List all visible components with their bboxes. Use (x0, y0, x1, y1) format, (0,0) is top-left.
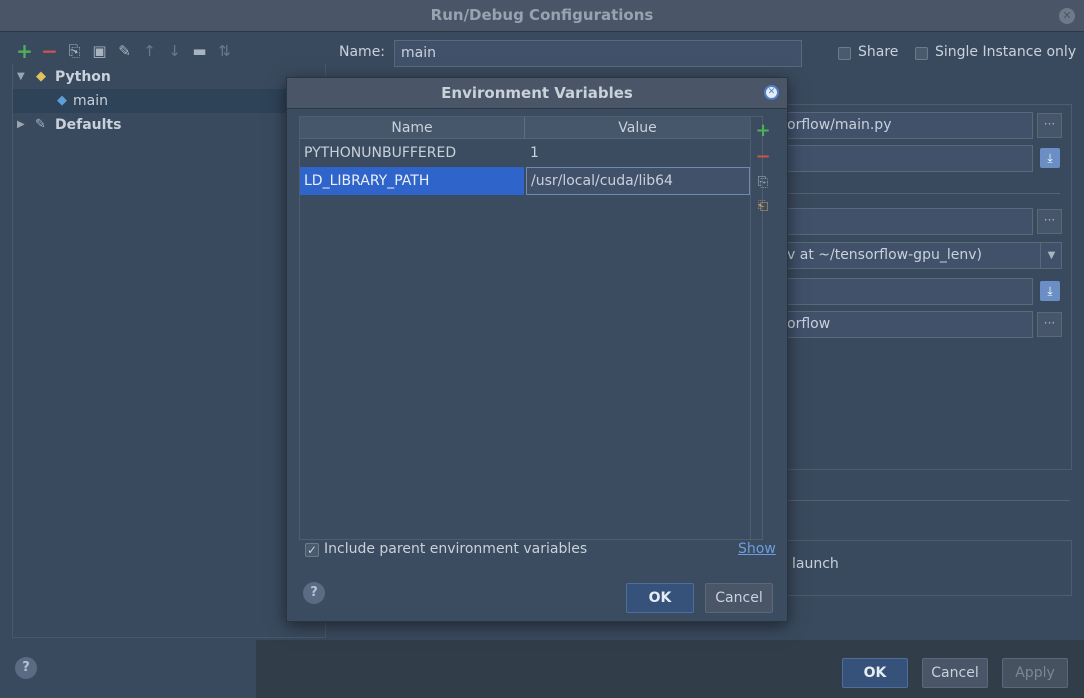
apply-button[interactable]: Apply (1002, 658, 1068, 688)
divider (780, 193, 1060, 194)
sort-icon[interactable]: ⇅ (212, 40, 237, 62)
table-header: Name Value (300, 117, 750, 139)
expand-parameters-icon[interactable]: ⤓ (1040, 148, 1060, 168)
arrow-up-icon[interactable]: ↑ (137, 40, 162, 62)
env-value-cell[interactable]: 1 (526, 139, 750, 167)
tree-item-python[interactable]: ▼ ◆ Python (13, 65, 327, 89)
cancel-button[interactable]: Cancel (922, 658, 988, 688)
env-vars-table: Name Value PYTHONUNBUFFERED 1 LD_LIBRARY… (299, 116, 771, 541)
expand-arrow-icon[interactable]: ▼ (17, 65, 25, 89)
include-parent-label: Include parent environment variables (324, 541, 588, 557)
tree-item-main[interactable]: ◆ main (13, 89, 327, 113)
browse-script-button[interactable]: ··· (1037, 113, 1062, 138)
ok-button[interactable]: OK (842, 658, 908, 688)
env-name-cell[interactable]: PYTHONUNBUFFERED (300, 139, 524, 167)
table-side-divider (750, 117, 751, 541)
column-header-name[interactable]: Name (300, 117, 524, 139)
remove-icon[interactable]: − (37, 39, 62, 63)
python-file-icon: ◆ (57, 93, 67, 108)
arrow-down-icon[interactable]: ↓ (162, 40, 187, 62)
expand-options-icon[interactable]: ⤓ (1040, 281, 1060, 301)
working-dir-field[interactable]: orflow (780, 311, 1033, 338)
env-value-editor[interactable]: /usr/local/cuda/lib64 (526, 167, 750, 195)
interpreter-select[interactable]: v at ~/tensorflow-gpu_lenv) (780, 242, 1062, 269)
include-parent-checkbox[interactable]: ✓ (305, 543, 319, 557)
copy-icon[interactable]: ⎘ (62, 40, 87, 62)
collapse-arrow-icon[interactable]: ▶ (17, 113, 25, 137)
dialog-ok-button[interactable]: OK (626, 583, 694, 613)
parameters-field[interactable] (780, 145, 1033, 172)
show-link[interactable]: Show (738, 541, 776, 557)
folder-icon[interactable]: ▬ (187, 40, 212, 62)
before-launch-text: launch (792, 556, 839, 572)
tree-label-main: main (73, 93, 108, 109)
remove-icon[interactable]: − (755, 148, 771, 166)
table-row[interactable]: LD_LIBRARY_PATH /usr/local/cuda/lib64 (300, 167, 750, 195)
config-toolbar: + − ⎘ ▣ ✎ ↑ ↓ ▬ ⇅ (12, 39, 242, 63)
divider (780, 500, 1070, 501)
single-instance-checkbox[interactable] (915, 47, 928, 60)
single-instance-label: Single Instance only (935, 44, 1077, 60)
dialog-close-icon[interactable]: ✕ (764, 85, 779, 100)
column-header-value[interactable]: Value (525, 117, 750, 139)
help-icon[interactable]: ? (15, 657, 37, 679)
browse-env-button[interactable]: ··· (1037, 209, 1062, 234)
name-label: Name: (339, 44, 386, 60)
copy-icon[interactable]: ⎘ (755, 175, 771, 191)
environment-field[interactable] (780, 208, 1033, 235)
window-title: Run/Debug Configurations (430, 6, 654, 24)
browse-dir-button[interactable]: ··· (1037, 312, 1062, 337)
wrench-icon: ✎ (35, 117, 46, 132)
dialog-help-icon[interactable]: ? (303, 582, 325, 604)
window-close-icon[interactable]: ✕ (1059, 8, 1075, 24)
script-path-field[interactable]: orflow/main.py (780, 112, 1033, 139)
dialog-cancel-button[interactable]: Cancel (705, 583, 773, 613)
dialog-title: Environment Variables (441, 84, 633, 102)
env-vars-dialog: Environment Variables ✕ Name Value PYTHO… (286, 77, 788, 622)
env-name-cell[interactable]: LD_LIBRARY_PATH (300, 167, 524, 195)
add-icon[interactable]: + (12, 39, 37, 63)
tree-label-python: Python (55, 69, 111, 85)
tree-item-defaults[interactable]: ▶ ✎ Defaults (13, 113, 327, 137)
tree-label-defaults: Defaults (55, 117, 122, 133)
wrench-icon[interactable]: ✎ (112, 40, 137, 62)
share-label: Share (858, 44, 899, 60)
share-checkbox[interactable] (838, 47, 851, 60)
config-tree: ▼ ◆ Python ◆ main ▶ ✎ Defaults (12, 64, 327, 638)
interpreter-options-field[interactable] (780, 278, 1033, 305)
name-input[interactable]: main (394, 40, 802, 67)
table-row[interactable]: PYTHONUNBUFFERED 1 (300, 139, 750, 167)
chevron-down-icon[interactable]: ▼ (1040, 243, 1062, 268)
interpreter-value: v at ~/tensorflow-gpu_lenv) (787, 247, 982, 263)
python-icon: ◆ (36, 69, 46, 84)
paste-icon[interactable]: ⎗ (755, 199, 771, 215)
add-icon[interactable]: + (755, 122, 771, 140)
save-icon[interactable]: ▣ (87, 40, 112, 62)
